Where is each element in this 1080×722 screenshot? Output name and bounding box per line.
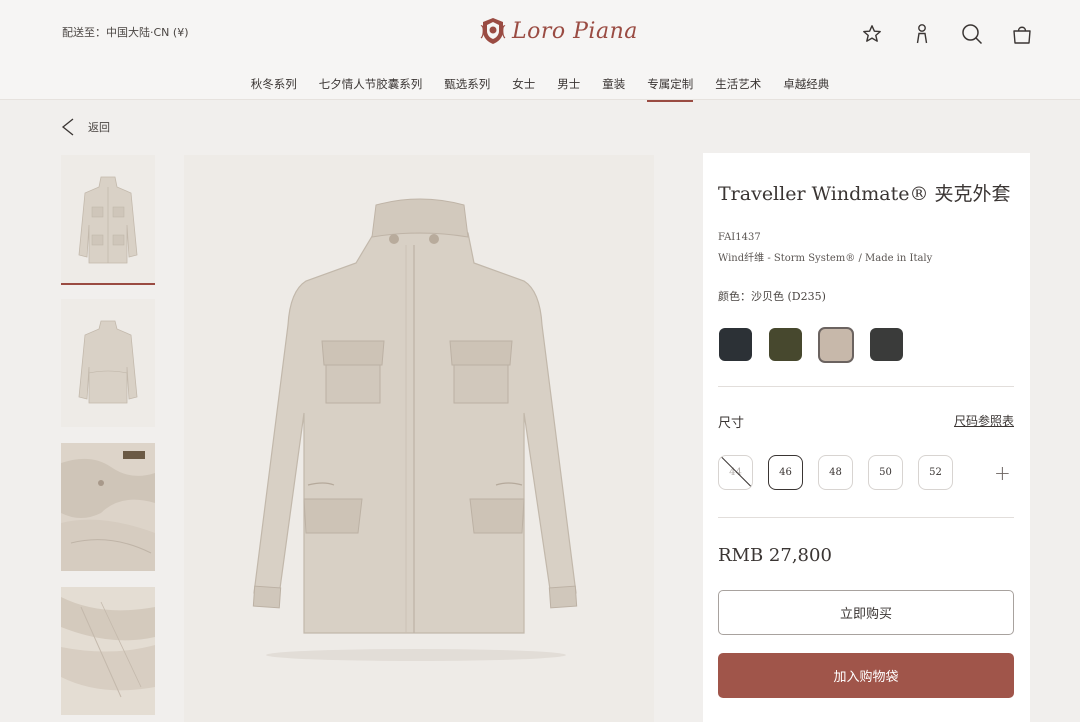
thumbnail-gallery [61, 155, 155, 722]
color-name: 颜色：沙贝色 [718, 290, 788, 303]
back-link[interactable]: 返回 [60, 118, 110, 136]
jacket-collar-detail-image [61, 443, 155, 571]
add-to-bag-label: 加入购物袋 [833, 670, 899, 685]
buy-now-label: 立即购买 [839, 607, 892, 622]
swatch-navy[interactable] [719, 328, 752, 361]
jacket-front-thumbnail-image [61, 155, 155, 283]
more-sizes-button[interactable]: + [994, 461, 1011, 485]
search-icon [962, 24, 983, 45]
bag-icon [1013, 26, 1031, 44]
shopping-bag-button[interactable] [1010, 22, 1034, 46]
product-description: Wind纤维 - Storm System® / Made in Italy [718, 253, 933, 264]
divider [718, 517, 1014, 518]
size-label: 尺寸 [718, 416, 745, 431]
back-label: 返回 [88, 121, 110, 134]
nav-item-selection[interactable]: 甄选系列 [433, 74, 501, 102]
color-code: (D235) [787, 290, 826, 303]
star-icon [863, 25, 881, 42]
site-header: 配送至：中国大陆·CN (¥) Loro Piana 秋冬系列 七夕情人节胶囊系… [0, 0, 1080, 102]
thumbnail-front[interactable] [61, 155, 155, 285]
size-option-48[interactable]: 48 [818, 455, 853, 490]
size-option-label: 44 [729, 467, 742, 478]
product-code: FAI1437 [718, 232, 761, 243]
nav-item-bespoke[interactable]: 专属定制 [636, 74, 704, 102]
brand-logo[interactable]: Loro Piana [480, 16, 638, 46]
jacket-back-thumbnail-image [61, 299, 155, 427]
ship-to-selector[interactable]: 配送至：中国大陆·CN (¥) [62, 24, 188, 40]
size-options: 44 46 48 50 52 + [718, 455, 1011, 490]
brand-crest-icon [480, 18, 506, 44]
size-option-44[interactable]: 44 [718, 455, 753, 490]
nav-item-classics[interactable]: 卓越经典 [772, 74, 840, 102]
divider [718, 386, 1014, 387]
search-button[interactable] [960, 22, 984, 46]
color-label: 颜色：沙贝色 (D235) [718, 288, 826, 304]
product-price: RMB 27,800 [718, 545, 832, 566]
product-info-panel: Traveller Windmate® 夹克外套 FAI1437 Wind纤维 … [703, 153, 1030, 722]
size-option-label: 48 [829, 467, 842, 478]
swatch-sand[interactable] [818, 327, 854, 363]
buy-now-button[interactable]: 立即购买 [718, 590, 1014, 635]
brand-wordmark: Loro Piana [512, 18, 638, 44]
size-option-label: 52 [929, 467, 942, 478]
size-option-52[interactable]: 52 [918, 455, 953, 490]
main-product-image[interactable] [184, 155, 654, 722]
nav-item-qixi-capsule[interactable]: 七夕情人节胶囊系列 [308, 74, 434, 102]
size-option-46[interactable]: 46 [768, 455, 803, 490]
account-button[interactable] [910, 22, 934, 46]
nav-item-men[interactable]: 男士 [546, 74, 591, 102]
thumbnail-back[interactable] [61, 299, 155, 429]
swatch-olive[interactable] [769, 328, 802, 361]
color-swatches [719, 327, 903, 363]
thumbnail-sleeve-detail[interactable] [61, 587, 155, 717]
jacket-sleeve-detail-image [61, 587, 155, 715]
thumbnail-collar-detail[interactable] [61, 443, 155, 573]
main-nav: 秋冬系列 七夕情人节胶囊系列 甄选系列 女士 男士 童装 专属定制 生活艺术 卓… [0, 74, 1080, 102]
add-to-bag-button[interactable]: 加入购物袋 [718, 653, 1014, 698]
size-option-50[interactable]: 50 [868, 455, 903, 490]
jacket-front-image [184, 155, 654, 722]
chevron-left-icon [61, 118, 74, 136]
swatch-charcoal[interactable] [870, 328, 903, 361]
wishlist-button[interactable] [860, 22, 884, 46]
product-title: Traveller Windmate® 夹克外套 [718, 183, 1011, 205]
size-guide-link[interactable]: 尺码参照表 [954, 412, 1014, 429]
nav-item-kids[interactable]: 童装 [591, 74, 636, 102]
nav-item-lifestyle[interactable]: 生活艺术 [704, 74, 772, 102]
nav-item-autumn-winter[interactable]: 秋冬系列 [240, 74, 308, 102]
size-option-label: 50 [879, 467, 892, 478]
size-option-label: 46 [779, 467, 792, 478]
user-icon [916, 24, 928, 44]
nav-item-women[interactable]: 女士 [501, 74, 546, 102]
